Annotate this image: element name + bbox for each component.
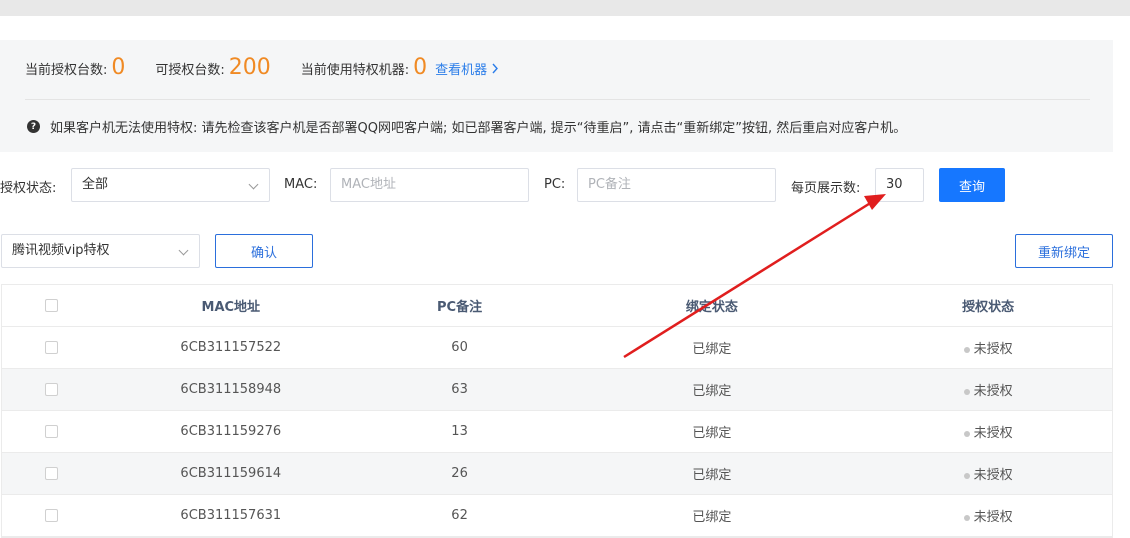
inuse-label: 当前使用特权机器: bbox=[300, 63, 410, 78]
notice: ? 如果客户机无法使用特权: 请先检查该客户机是否部署QQ网吧客户端; 如已部署… bbox=[27, 117, 906, 136]
auth-status-select[interactable]: 全部 bbox=[71, 168, 270, 202]
available-auth-count: 200 bbox=[228, 55, 271, 80]
cell-mac: 6CB311159614 bbox=[180, 466, 282, 481]
table-row[interactable]: 6CB311159276 13 已绑定 未授权 bbox=[2, 411, 1112, 453]
table-row[interactable]: 6CB311157522 60 已绑定 未授权 bbox=[2, 327, 1112, 369]
status-dot-icon bbox=[963, 514, 970, 521]
table-row[interactable]: 6CB311159614 26 已绑定 未授权 bbox=[2, 453, 1112, 495]
header-bind-status[interactable]: 绑定状态 bbox=[559, 296, 864, 315]
mac-input[interactable]: MAC地址 bbox=[330, 168, 529, 202]
cell-auth-status: 未授权 bbox=[864, 464, 1112, 483]
question-circle-icon: ? bbox=[27, 120, 40, 133]
cell-auth-status: 未授权 bbox=[864, 380, 1112, 399]
row-checkbox[interactable] bbox=[45, 341, 59, 354]
auth-status-text: 未授权 bbox=[973, 426, 1013, 441]
table-header-row: MAC地址 PC备注 绑定状态 授权状态 bbox=[2, 285, 1112, 327]
chevron-right-icon bbox=[491, 63, 499, 78]
cell-auth-status: 未授权 bbox=[864, 422, 1112, 441]
query-button[interactable]: 查询 bbox=[939, 168, 1005, 202]
auth-status-label: 授权状态: bbox=[0, 181, 57, 196]
confirm-button[interactable]: 确认 bbox=[215, 234, 313, 268]
stats-row: 当前授权台数: 0 可授权台数: 200 当前使用特权机器: 0 查看机器 bbox=[25, 55, 499, 85]
cell-bind-status: 已绑定 bbox=[692, 468, 732, 483]
table-row[interactable]: 6CB311158948 63 已绑定 未授权 bbox=[2, 369, 1112, 411]
chevron-down-icon bbox=[178, 245, 189, 256]
cell-pc: 26 bbox=[451, 466, 468, 481]
cell-bind-status: 已绑定 bbox=[692, 342, 732, 357]
rebind-button[interactable]: 重新绑定 bbox=[1015, 234, 1113, 268]
top-bar bbox=[0, 0, 1130, 16]
row-checkbox[interactable] bbox=[45, 509, 59, 522]
current-auth-label: 当前授权台数: bbox=[25, 63, 108, 78]
header-pc[interactable]: PC备注 bbox=[360, 296, 560, 315]
status-dot-icon bbox=[963, 388, 970, 395]
cell-pc: 63 bbox=[451, 382, 468, 397]
select-all-checkbox[interactable] bbox=[45, 299, 59, 312]
auth-status-text: 未授权 bbox=[973, 384, 1013, 399]
auth-status-text: 未授权 bbox=[973, 468, 1013, 483]
filter-row: 授权状态: 全部 MAC: MAC地址 PC: PC备注 每页展示数: 30 查… bbox=[0, 168, 1130, 202]
page-size-label: 每页展示数: bbox=[791, 181, 861, 196]
view-machines-label: 查看机器 bbox=[435, 63, 488, 78]
cell-pc: 60 bbox=[451, 340, 468, 355]
cell-mac: 6CB311159276 bbox=[180, 424, 282, 439]
pc-input[interactable]: PC备注 bbox=[577, 168, 776, 202]
view-machines-link[interactable]: 查看机器 bbox=[435, 59, 499, 78]
header-auth-status[interactable]: 授权状态 bbox=[864, 296, 1112, 315]
auth-status-text: 未授权 bbox=[973, 342, 1013, 357]
current-auth-count: 0 bbox=[111, 55, 126, 80]
cell-auth-status: 未授权 bbox=[864, 506, 1112, 525]
row-checkbox[interactable] bbox=[45, 383, 59, 396]
mac-label: MAC: bbox=[284, 177, 318, 192]
cell-bind-status: 已绑定 bbox=[692, 426, 732, 441]
notice-text: 如果客户机无法使用特权: 请先检查该客户机是否部署QQ网吧客户端; 如已部署客户… bbox=[50, 121, 907, 136]
row-checkbox[interactable] bbox=[45, 467, 59, 480]
table-row[interactable]: 6CB311157631 62 已绑定 未授权 bbox=[2, 495, 1112, 537]
cell-auth-status: 未授权 bbox=[864, 338, 1112, 357]
available-auth-label: 可授权台数: bbox=[155, 63, 225, 78]
divider bbox=[25, 99, 1090, 100]
cell-pc: 13 bbox=[451, 424, 468, 439]
machine-table: MAC地址 PC备注 绑定状态 授权状态 6CB311157522 60 已绑定… bbox=[1, 284, 1113, 538]
cell-mac: 6CB311158948 bbox=[180, 382, 282, 397]
inuse-count: 0 bbox=[413, 55, 428, 80]
status-dot-icon bbox=[963, 430, 970, 437]
status-dot-icon bbox=[963, 346, 970, 353]
auth-status-value: 全部 bbox=[82, 177, 109, 192]
page-size-input[interactable]: 30 bbox=[875, 168, 924, 202]
chevron-down-icon bbox=[248, 179, 259, 190]
pc-label: PC: bbox=[544, 177, 566, 192]
header-mac[interactable]: MAC地址 bbox=[102, 296, 360, 315]
row-checkbox[interactable] bbox=[45, 425, 59, 438]
privilege-select[interactable]: 腾讯视频vip特权 bbox=[1, 234, 200, 268]
cell-pc: 62 bbox=[451, 508, 468, 523]
cell-bind-status: 已绑定 bbox=[692, 384, 732, 399]
cell-mac: 6CB311157522 bbox=[180, 340, 282, 355]
cell-mac: 6CB311157631 bbox=[180, 508, 282, 523]
privilege-select-value: 腾讯视频vip特权 bbox=[12, 243, 110, 258]
status-dot-icon bbox=[963, 472, 970, 479]
cell-bind-status: 已绑定 bbox=[692, 510, 732, 525]
